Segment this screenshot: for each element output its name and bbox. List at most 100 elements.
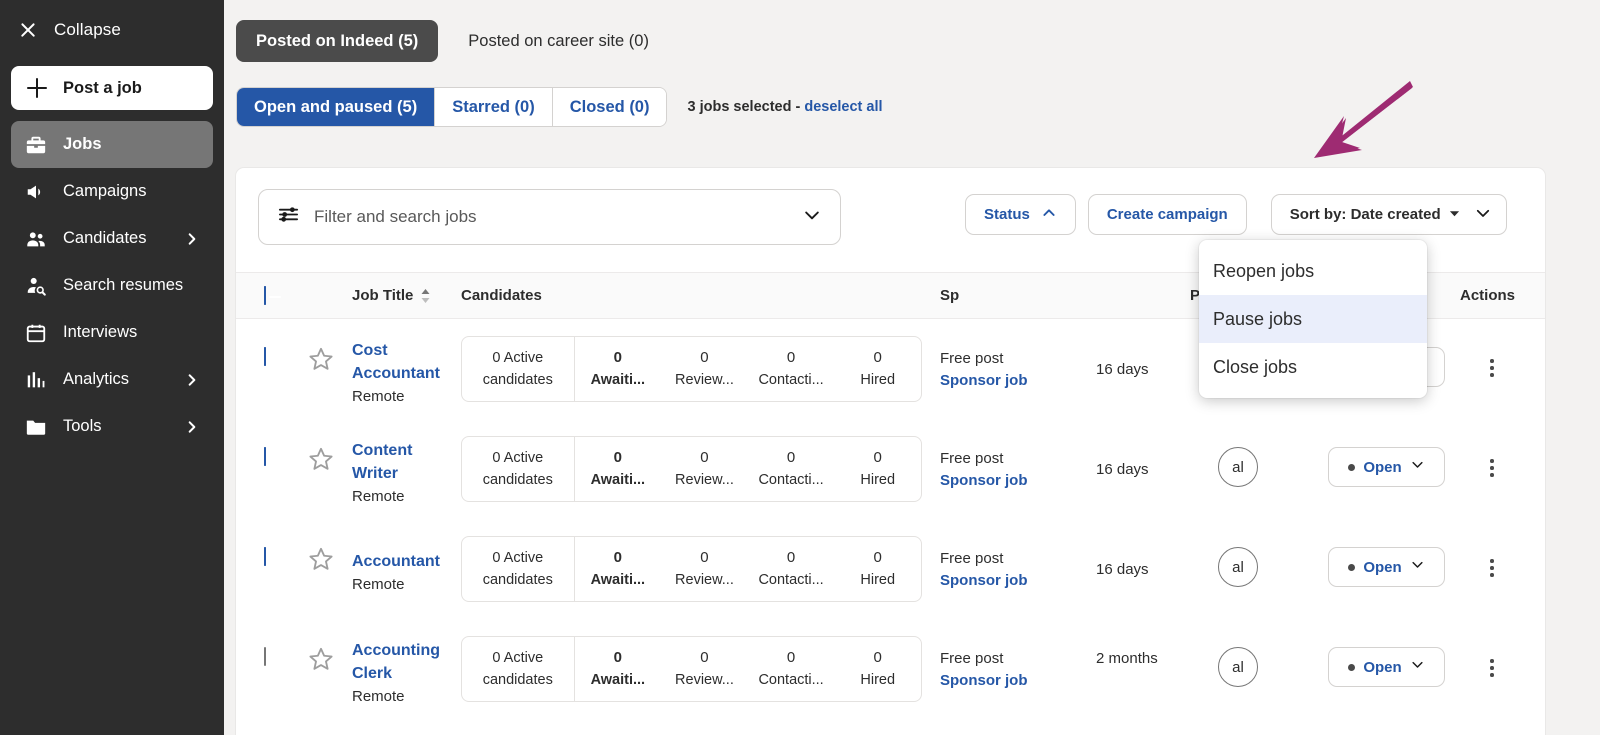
job-filter-tab-group: Open and paused (5) Starred (0) Closed (… [236, 87, 668, 127]
stage-hired: 0 Hired [860, 349, 896, 388]
active-candidates: 0 Active candidates [462, 637, 575, 701]
post-a-job-button[interactable]: Post a job [11, 66, 213, 110]
deselect-all-link[interactable]: deselect all [804, 99, 882, 115]
job-status-label: Open [1363, 558, 1402, 576]
job-title-link[interactable]: Cost Accountant [352, 339, 452, 385]
column-header-label: Job Title [352, 287, 414, 304]
tab-posted-on-indeed[interactable]: Posted on Indeed (5) [236, 20, 439, 62]
calendar-icon [25, 322, 47, 344]
column-header-job-title[interactable]: Job Title [352, 287, 431, 304]
column-header-actions: Actions [1460, 287, 1515, 304]
menu-item-reopen-jobs[interactable]: Reopen jobs [1199, 247, 1427, 295]
row-actions-menu-icon[interactable] [1481, 657, 1503, 679]
tab-closed[interactable]: Closed (0) [552, 88, 667, 126]
stage-reviewed: 0 Review... [675, 649, 734, 688]
job-status-label: Open [1363, 458, 1402, 476]
tab-posted-on-career-site[interactable]: Posted on career site (0) [448, 20, 669, 62]
select-all-checkbox[interactable] [264, 285, 266, 305]
chevron-right-icon [185, 232, 199, 246]
job-status-button[interactable]: Open [1328, 647, 1445, 687]
sponsor-status: Free post [940, 350, 1004, 367]
tab-open-and-paused[interactable]: Open and paused (5) [237, 88, 436, 126]
sidebar-item-label: Search resumes [63, 276, 184, 294]
stage-awaiting: 0 Awaiti... [590, 349, 646, 388]
person-search-icon [25, 275, 47, 297]
row-actions-menu-icon[interactable] [1481, 457, 1503, 479]
sidebar-item-jobs[interactable]: Jobs [11, 121, 213, 168]
sponsor-status: Free post [940, 550, 1004, 567]
sort-arrows-icon[interactable] [420, 288, 431, 304]
avatar[interactable]: al [1218, 547, 1258, 587]
job-title-link[interactable]: Accounting Clerk [352, 639, 456, 685]
sidebar-collapse-button[interactable]: Collapse [0, 8, 224, 52]
avatar[interactable]: al [1218, 647, 1258, 687]
row-select-checkbox[interactable] [264, 447, 266, 466]
sponsor-job-link[interactable]: Sponsor job [940, 370, 1028, 392]
menu-item-pause-jobs[interactable]: Pause jobs [1199, 295, 1427, 343]
table-row: Accounting Clerk Remote 0 Active candida… [236, 619, 1545, 719]
job-status-button[interactable]: Open [1328, 447, 1445, 487]
row-select-checkbox[interactable] [264, 347, 266, 366]
tab-starred[interactable]: Starred (0) [435, 88, 553, 126]
row-actions-menu-icon[interactable] [1481, 357, 1503, 379]
stage-contacting: 0 Contacti... [758, 449, 824, 488]
active-candidates: 0 Active candidates [462, 337, 575, 401]
candidate-pipeline[interactable]: 0 Active candidates 0 Awaiti... 0 Review..… [461, 336, 922, 402]
job-status-button[interactable]: Open [1328, 547, 1445, 587]
create-campaign-button[interactable]: Create campaign [1087, 194, 1247, 235]
sidebar-item-analytics[interactable]: Analytics [11, 356, 213, 403]
status-dropdown-button[interactable]: Status [965, 194, 1076, 235]
table-row: Content Writer Remote 0 Active candidate… [236, 419, 1545, 519]
people-icon [25, 228, 47, 250]
star-icon[interactable] [308, 646, 334, 677]
star-icon[interactable] [308, 546, 334, 577]
close-x-icon [18, 20, 38, 40]
stage-hired: 0 Hired [860, 449, 896, 488]
row-actions-menu-icon[interactable] [1481, 557, 1503, 579]
status-button-label: Status [984, 206, 1030, 223]
sponsor-job-link[interactable]: Sponsor job [940, 570, 1028, 592]
app-root: Collapse Post a job Jobs Campaigns Candi… [0, 0, 1600, 735]
sponsor-cell: Free post Sponsor job [940, 548, 1028, 592]
sidebar-item-search-resumes[interactable]: Search resumes [11, 262, 213, 309]
column-header-candidates: Candidates [461, 287, 542, 304]
selection-summary: 3 jobs selected - deselect all [687, 99, 883, 115]
stage-reviewed: 0 Review... [675, 349, 734, 388]
sidebar-item-label: Campaigns [63, 182, 147, 200]
star-icon[interactable] [308, 346, 334, 377]
sort-by-button[interactable]: Sort by: Date created [1270, 194, 1507, 235]
sponsor-job-link[interactable]: Sponsor job [940, 670, 1028, 692]
job-title-link[interactable]: Accountant [352, 550, 462, 573]
chevron-down-icon [1474, 204, 1492, 226]
candidate-pipeline[interactable]: 0 Active candidates 0 Awaiti... 0 Review..… [461, 536, 922, 602]
sponsor-job-link[interactable]: Sponsor job [940, 470, 1028, 492]
row-select-checkbox[interactable] [264, 647, 266, 666]
menu-item-close-jobs[interactable]: Close jobs [1199, 343, 1427, 391]
selection-count-text: 3 jobs selected [687, 99, 792, 115]
sidebar-item-candidates[interactable]: Candidates [11, 215, 213, 262]
sidebar-item-tools[interactable]: Tools [11, 403, 213, 450]
megaphone-icon [25, 181, 47, 203]
sidebar-item-label: Interviews [63, 323, 138, 341]
row-select-checkbox[interactable] [264, 547, 266, 566]
posting-source-tabs: Posted on Indeed (5) Posted on career si… [224, 0, 1600, 62]
stage-awaiting: 0 Awaiti... [590, 649, 646, 688]
sidebar-item-interviews[interactable]: Interviews [11, 309, 213, 356]
job-age: 2 months [1096, 650, 1158, 667]
candidate-pipeline[interactable]: 0 Active candidates 0 Awaiti... 0 Review..… [461, 636, 922, 702]
stage-contacting: 0 Contacti... [758, 549, 824, 588]
column-header-label: Actions [1460, 287, 1516, 304]
job-age: 16 days [1096, 361, 1149, 378]
job-title-link[interactable]: Content Writer [352, 439, 452, 485]
active-candidates: 0 Active candidates [462, 537, 575, 601]
search-input[interactable]: Filter and search jobs [258, 189, 841, 245]
job-age: 16 days [1096, 561, 1149, 578]
sidebar-item-campaigns[interactable]: Campaigns [11, 168, 213, 215]
status-dot-icon [1348, 663, 1356, 671]
job-location: Remote [352, 688, 405, 705]
candidate-pipeline[interactable]: 0 Active candidates 0 Awaiti... 0 Review..… [461, 436, 922, 502]
sponsor-cell: Free post Sponsor job [940, 448, 1028, 492]
avatar[interactable]: al [1218, 447, 1258, 487]
chevron-down-icon[interactable] [802, 205, 822, 230]
star-icon[interactable] [308, 446, 334, 477]
